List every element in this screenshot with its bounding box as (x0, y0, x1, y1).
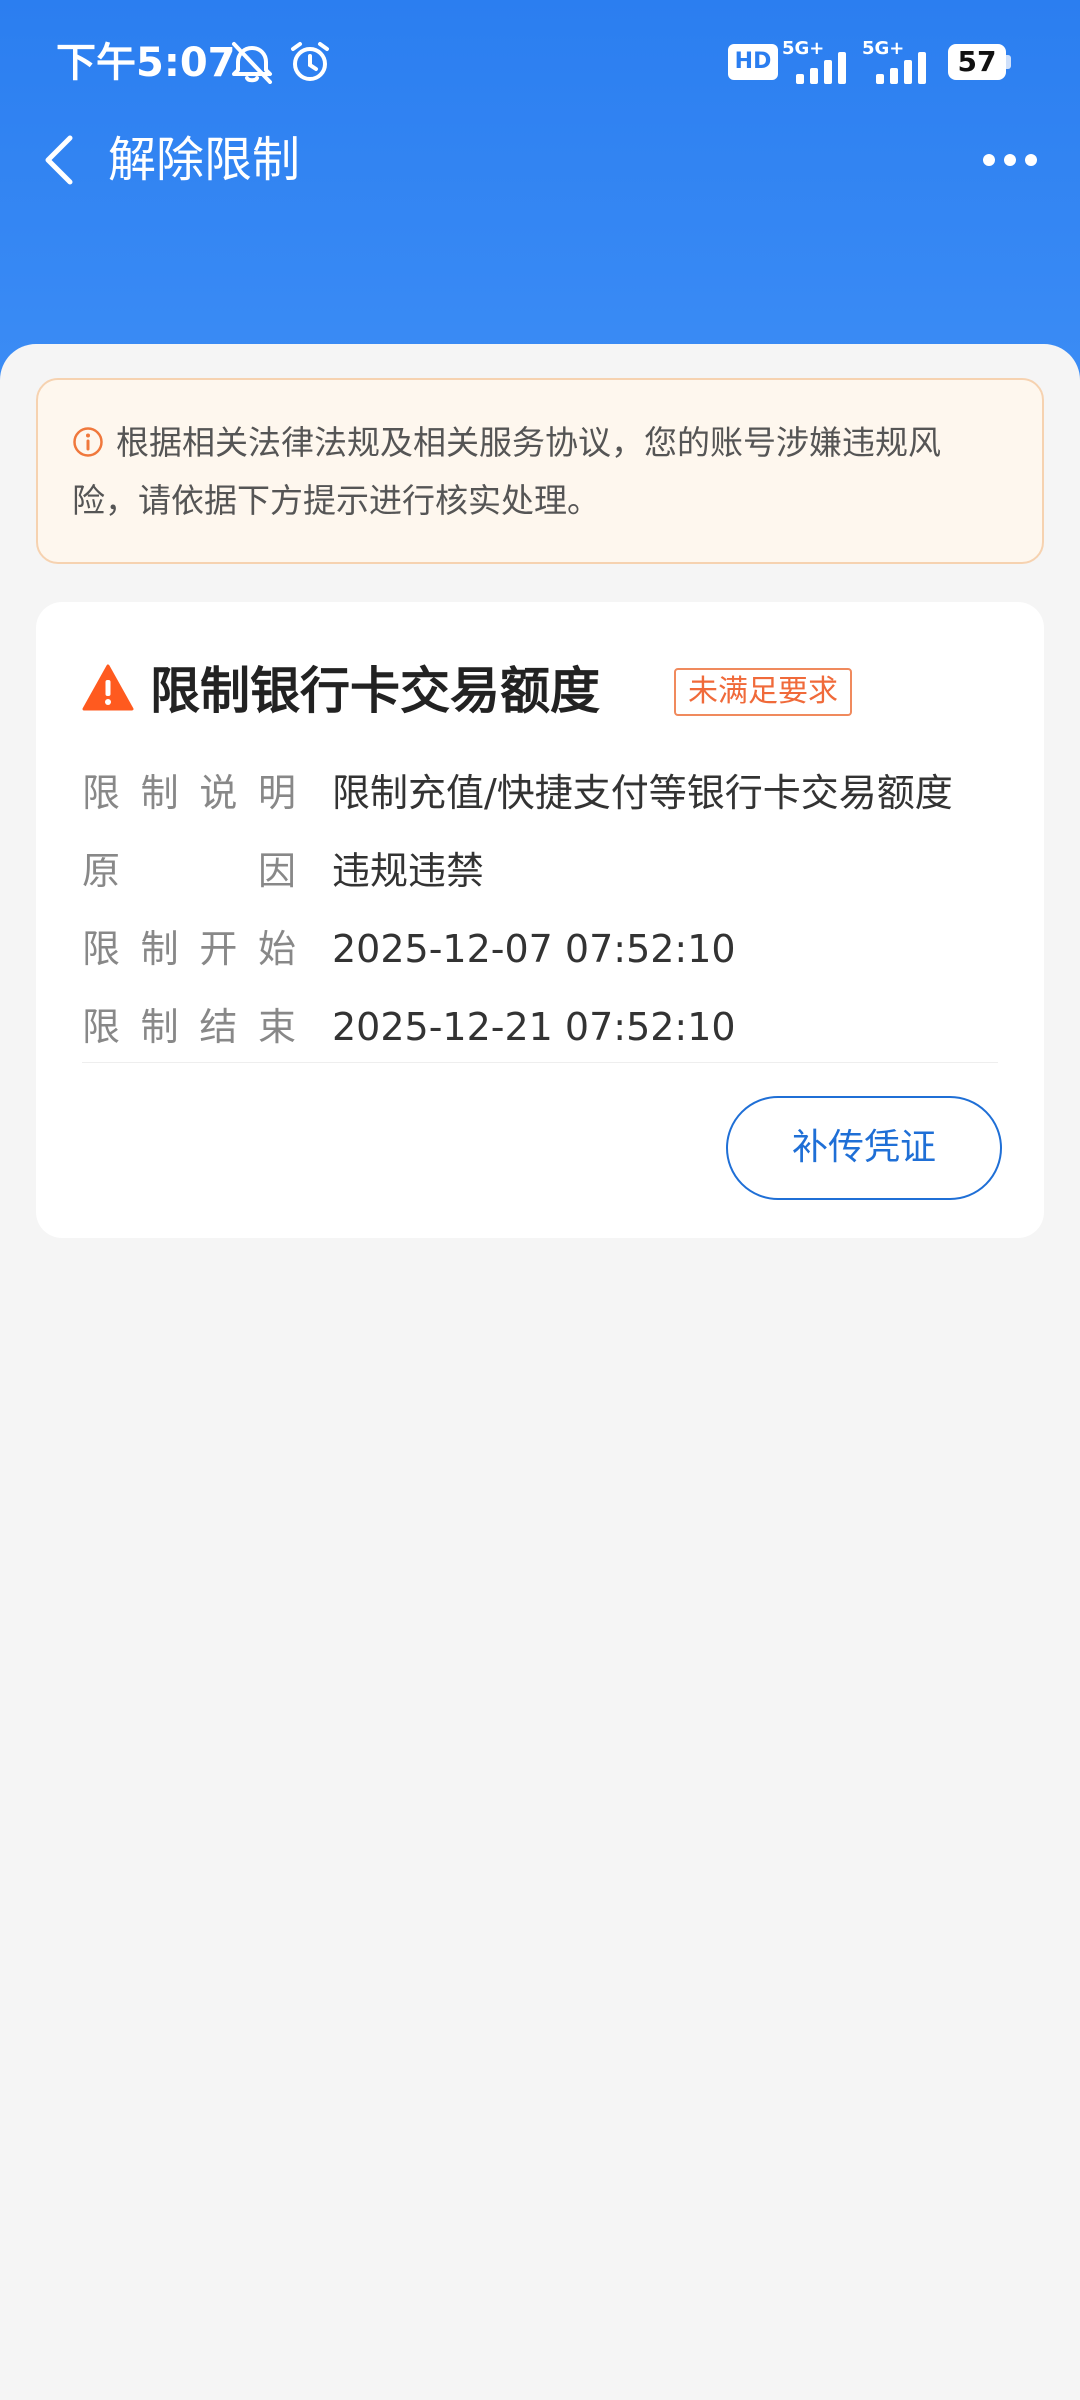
label-char: 因 (257, 849, 296, 893)
risk-notice: 根据相关法律法规及相关服务协议，您的账号涉嫌违规风险，请依据下方提示进行核实处理… (36, 378, 1044, 564)
info-value-description: 限制充值/快捷支付等银行卡交易额度 (332, 771, 953, 815)
info-label-reason: 原 因 (82, 832, 296, 910)
info-list: 限 制 说 明 限制充值/快捷支付等银行卡交易额度 原 因 违规违禁 限 制 开… (82, 754, 1002, 1066)
info-label-description: 限 制 说 明 (82, 754, 296, 832)
more-icon[interactable] (980, 140, 1040, 180)
signal-icon-2: 5G+ (862, 40, 936, 84)
hd-badge-text: HD (734, 49, 772, 74)
label-char: 原 (82, 849, 121, 893)
info-row-end: 限 制 结 束 2025-12-21 07:52:10 (82, 988, 1002, 1066)
info-value-end: 2025-12-21 07:52:10 (332, 1005, 736, 1049)
divider (82, 1062, 998, 1063)
label-char: 限 (82, 1005, 121, 1049)
label-char: 限 (82, 771, 121, 815)
label-char: 制 (140, 927, 179, 971)
upload-proof-button[interactable]: 补传凭证 (726, 1096, 1002, 1200)
card-title: 限制银行卡交易额度 (150, 662, 600, 720)
label-char: 说 (199, 771, 238, 815)
warning-icon (82, 664, 134, 711)
label-char: 制 (140, 771, 179, 815)
notice-text: 根据相关法律法规及相关服务协议，您的账号涉嫌违规风险，请依据下方提示进行核实处理… (72, 423, 941, 520)
info-label-end: 限 制 结 束 (82, 988, 296, 1066)
info-value-start: 2025-12-07 07:52:10 (332, 927, 736, 971)
hd-badge-icon: HD (728, 44, 778, 80)
label-char: 束 (257, 1005, 296, 1049)
info-label-start: 限 制 开 始 (82, 910, 296, 988)
alarm-icon (291, 42, 329, 81)
battery-level: 57 (957, 45, 997, 78)
battery-icon: 57 (948, 44, 1012, 80)
info-row-reason: 原 因 违规违禁 (82, 832, 1002, 910)
label-char: 制 (140, 1005, 179, 1049)
back-icon[interactable] (32, 130, 92, 190)
label-char: 明 (257, 771, 296, 815)
info-value-reason: 违规违禁 (332, 849, 485, 893)
label-char: 开 (199, 927, 238, 971)
header-background: 下午5:07 HD 5G+ 5G+ 57 解除限制 (0, 0, 1080, 380)
page-title: 解除限制 (108, 132, 301, 188)
status-badge: 未满足要求 (674, 668, 852, 716)
info-row-description: 限 制 说 明 限制充值/快捷支付等银行卡交易额度 (82, 754, 1002, 832)
app-bar: 解除限制 (0, 120, 1080, 200)
label-char: 结 (199, 1005, 238, 1049)
status-bar: 下午5:07 HD 5G+ 5G+ 57 (0, 0, 1080, 120)
signal-icon: 5G+ (782, 40, 856, 84)
card-title-row: 限制银行卡交易额度 未满足要求 (82, 656, 1002, 726)
info-icon (73, 427, 103, 457)
info-row-start: 限 制 开 始 2025-12-07 07:52:10 (82, 910, 1002, 988)
label-char: 限 (82, 927, 121, 971)
mute-icon (232, 42, 272, 84)
restriction-card: 限制银行卡交易额度 未满足要求 限 制 说 明 限制充值/快捷支付等银行卡交易额… (36, 602, 1044, 1238)
status-time: 下午5:07 (56, 40, 236, 86)
label-char: 始 (257, 927, 296, 971)
